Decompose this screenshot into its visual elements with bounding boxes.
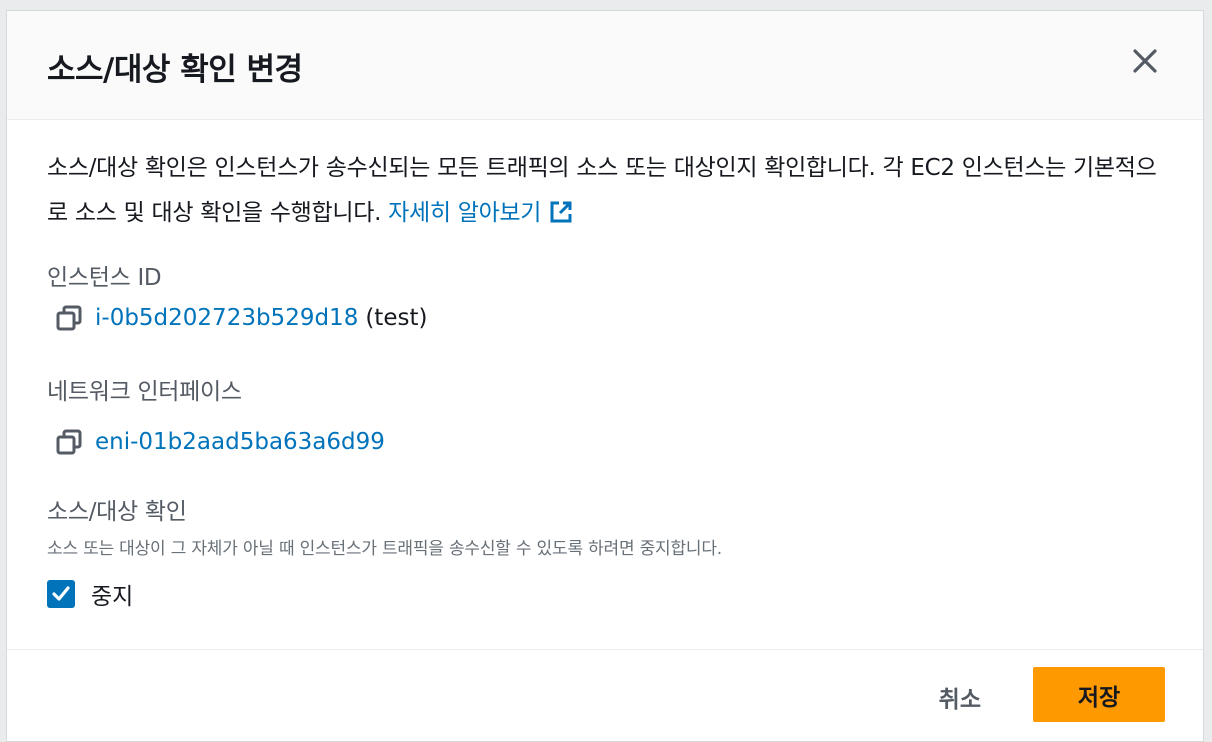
close-button[interactable] — [1127, 43, 1163, 79]
source-dest-check-label: 소스/대상 확인 — [47, 499, 187, 525]
source-dest-check-description: 소스 또는 대상이 그 자체가 아닐 때 인스턴스가 트래픽을 송수신할 수 있… — [47, 539, 723, 559]
network-interface-link[interactable]: eni-01b2aad5ba63a6d99 — [95, 429, 385, 455]
learn-more-link[interactable]: 자세히 알아보기 — [388, 200, 573, 226]
modal-header: 소스/대상 확인 변경 — [7, 11, 1203, 120]
network-interface-value: eni-01b2aad5ba63a6d99 — [47, 428, 1163, 456]
instance-name: (test) — [365, 305, 428, 331]
close-icon — [1133, 49, 1157, 73]
modal-body: 소스/대상 확인은 인스턴스가 송수신되는 모든 트래픽의 소스 또는 대상인지… — [7, 120, 1203, 611]
stop-checkbox[interactable] — [47, 580, 75, 608]
external-link-icon — [550, 201, 572, 223]
instance-id-link[interactable]: i-0b5d202723b529d18 — [95, 305, 358, 331]
stop-checkbox-row[interactable]: 중지 — [47, 577, 1163, 611]
stop-checkbox-label[interactable]: 중지 — [91, 577, 133, 611]
copy-icon[interactable] — [55, 428, 83, 456]
modal-dialog: 소스/대상 확인 변경 소스/대상 확인은 인스턴스가 송수신되는 모든 트래픽… — [6, 10, 1204, 742]
cancel-button[interactable]: 취소 — [939, 680, 981, 714]
save-button[interactable]: 저장 — [1033, 667, 1165, 722]
instance-id-value: i-0b5d202723b529d18 (test) — [47, 304, 1163, 332]
network-interface-label: 네트워크 인터페이스 — [47, 379, 242, 405]
checkmark-icon — [52, 586, 70, 601]
source-dest-check-field: 소스/대상 확인 소스 또는 대상이 그 자체가 아닐 때 인스턴스가 트래픽을… — [47, 492, 1163, 611]
description-text: 소스/대상 확인은 인스턴스가 송수신되는 모든 트래픽의 소스 또는 대상인지… — [47, 155, 1157, 226]
learn-more-label: 자세히 알아보기 — [388, 200, 542, 226]
instance-id-label: 인스턴스 ID — [47, 265, 162, 291]
copy-icon[interactable] — [55, 304, 83, 332]
description-paragraph: 소스/대상 확인은 인스턴스가 송수신되는 모든 트래픽의 소스 또는 대상인지… — [47, 146, 1163, 236]
network-interface-field: 네트워크 인터페이스 eni-01b2aad5ba63a6d99 — [47, 372, 1163, 456]
modal-footer: 취소 저장 — [7, 649, 1203, 741]
modal-title: 소스/대상 확인 변경 — [47, 52, 303, 88]
instance-field: 인스턴스 ID i-0b5d202723b529d18 (test) — [47, 258, 1163, 332]
